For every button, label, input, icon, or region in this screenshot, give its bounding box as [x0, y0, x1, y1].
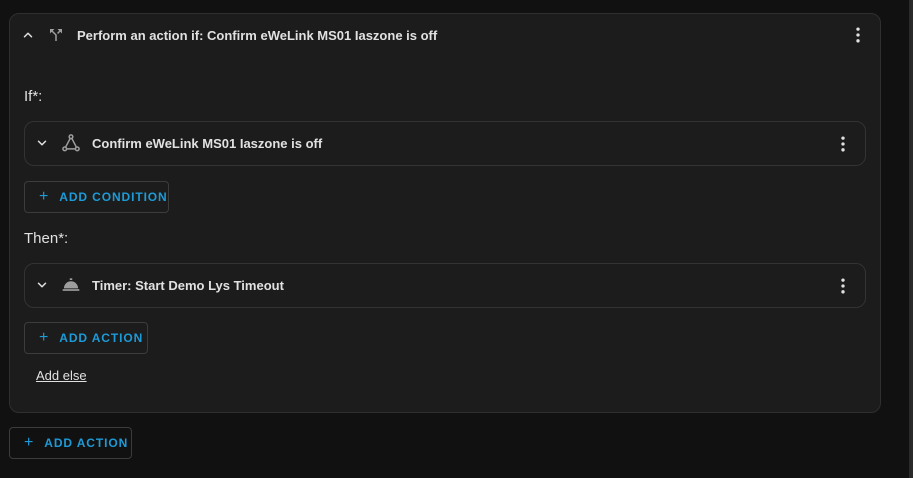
bottom-add-action-label: ADD ACTION [44, 436, 129, 450]
room-service-bell-icon [61, 275, 81, 295]
choose-action-title: Perform an action if: Confirm eWeLink MS… [77, 28, 438, 43]
plus-icon: + [39, 329, 50, 346]
if-label: If*: [24, 88, 43, 105]
add-condition-label: ADD CONDITION [59, 190, 168, 204]
chevron-down-icon[interactable] [32, 133, 52, 153]
plus-icon: + [39, 188, 50, 205]
then-label: Then*: [24, 230, 69, 247]
choose-action-card: Perform an action if: Confirm eWeLink MS… [9, 13, 881, 413]
plus-icon: + [24, 434, 35, 451]
action-title: Timer: Start Demo Lys Timeout [92, 278, 284, 293]
add-else-link[interactable]: Add else [36, 368, 87, 383]
condition-title: Confirm eWeLink MS01 Iaszone is off [92, 136, 323, 151]
chevron-down-icon[interactable] [32, 275, 52, 295]
device-hub-icon [61, 133, 81, 153]
more-menu-icon[interactable] [848, 25, 868, 45]
bottom-add-action-button[interactable]: + ADD ACTION [9, 427, 132, 459]
add-condition-button[interactable]: + ADD CONDITION [24, 181, 169, 213]
action-row[interactable]: Timer: Start Demo Lys Timeout [24, 263, 866, 308]
more-menu-icon[interactable] [833, 134, 853, 154]
more-menu-icon[interactable] [833, 276, 853, 296]
call-split-icon [46, 25, 66, 45]
condition-row[interactable]: Confirm eWeLink MS01 Iaszone is off [24, 121, 866, 166]
add-action-label: ADD ACTION [59, 331, 144, 345]
add-action-button[interactable]: + ADD ACTION [24, 322, 148, 354]
chevron-up-icon[interactable] [18, 25, 38, 45]
choose-action-header[interactable]: Perform an action if: Confirm eWeLink MS… [10, 14, 880, 58]
scrollbar[interactable] [909, 0, 913, 478]
